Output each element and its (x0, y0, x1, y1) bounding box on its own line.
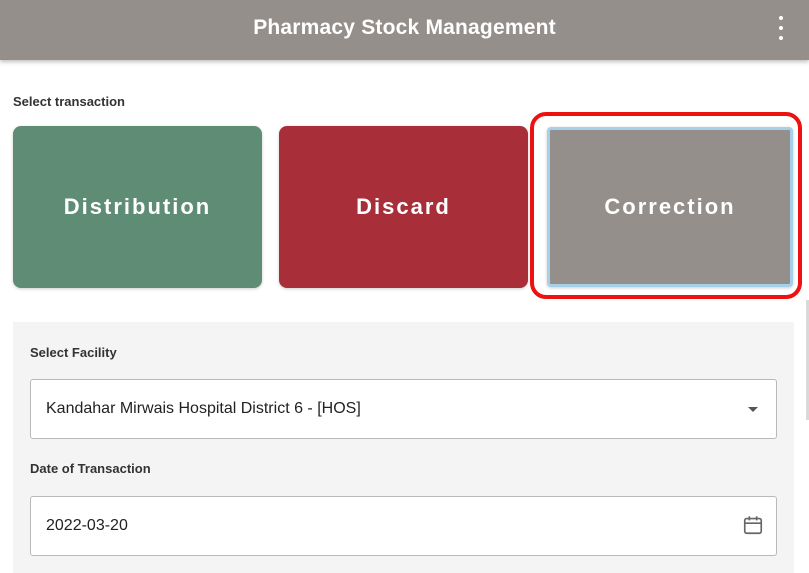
facility-select-value: Kandahar Mirwais Hospital District 6 - [… (46, 400, 361, 417)
select-transaction-label: Select transaction (13, 94, 125, 109)
app-title: Pharmacy Stock Management (253, 16, 556, 39)
date-field[interactable]: 2022-03-20 (30, 496, 777, 556)
date-field-value: 2022-03-20 (46, 517, 128, 534)
facility-select[interactable]: Kandahar Mirwais Hospital District 6 - [… (30, 379, 777, 439)
discard-button[interactable]: Discard (279, 126, 528, 288)
select-facility-label: Select Facility (30, 345, 117, 360)
chevron-down-icon (748, 407, 758, 412)
calendar-icon[interactable] (742, 514, 764, 536)
transaction-form: Select Facility Kandahar Mirwais Hospita… (13, 322, 794, 573)
correction-button[interactable]: Correction (547, 127, 793, 287)
more-vertical-icon[interactable] (775, 16, 787, 40)
app-bar: Pharmacy Stock Management (0, 0, 809, 60)
distribution-button[interactable]: Distribution (13, 126, 262, 288)
date-of-transaction-label: Date of Transaction (30, 461, 151, 476)
